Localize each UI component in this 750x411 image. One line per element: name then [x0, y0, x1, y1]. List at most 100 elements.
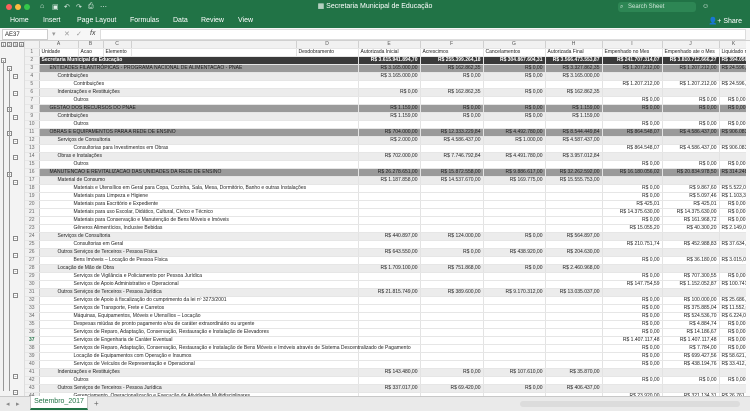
amount-cell[interactable]: [662, 368, 720, 377]
row-number[interactable]: 19: [25, 192, 40, 201]
amount-cell[interactable]: [358, 144, 421, 153]
amount-cell[interactable]: R$ 406.437,00: [545, 384, 603, 393]
collapse-group-button[interactable]: −: [13, 90, 18, 96]
row-number[interactable]: 42: [25, 376, 40, 385]
column-header[interactable]: A: [39, 41, 79, 49]
amount-cell[interactable]: R$ 1.207.212,00: [602, 80, 663, 89]
description-cell[interactable]: Serviços de Consultoria: [39, 136, 359, 145]
amount-cell[interactable]: [420, 200, 484, 209]
row-number[interactable]: 5: [25, 80, 40, 89]
amount-cell[interactable]: R$ 0,00: [719, 104, 749, 113]
amount-cell[interactable]: [719, 176, 749, 185]
amount-cell[interactable]: [545, 360, 603, 369]
amount-cell[interactable]: [545, 352, 603, 361]
amount-cell[interactable]: [420, 280, 484, 289]
amount-cell[interactable]: [483, 280, 546, 289]
description-cell[interactable]: Materiais para Limpeza e Higiene: [39, 192, 359, 201]
tab-review[interactable]: Review: [201, 17, 224, 24]
amount-cell[interactable]: [545, 280, 603, 289]
collapse-group-button[interactable]: −: [13, 155, 18, 161]
amount-cell[interactable]: R$ 906.083,52: [719, 144, 750, 153]
amount-cell[interactable]: [719, 384, 749, 393]
amount-cell[interactable]: [483, 120, 546, 129]
amount-cell[interactable]: [545, 296, 603, 305]
amount-cell[interactable]: R$ 3.957.012,84: [545, 152, 603, 161]
collapse-group-button[interactable]: −: [13, 268, 18, 274]
amount-cell[interactable]: [483, 144, 546, 153]
amount-cell[interactable]: [358, 192, 421, 201]
amount-cell[interactable]: R$ 643.550,00: [358, 248, 421, 257]
amount-cell[interactable]: [358, 216, 421, 225]
description-cell[interactable]: Serviços de Reparo, Adaptação, Conservaç…: [39, 328, 359, 337]
amount-cell[interactable]: [483, 304, 546, 313]
amount-cell[interactable]: R$ 1.407.117,48: [662, 336, 720, 345]
row-number[interactable]: 43: [25, 384, 40, 393]
description-cell[interactable]: Locação de Equipamentos com Operação e I…: [39, 352, 359, 361]
amount-cell[interactable]: R$ 3.566.473.553,87: [545, 56, 603, 65]
amount-cell[interactable]: [545, 272, 603, 281]
amount-cell[interactable]: [662, 72, 720, 81]
amount-cell[interactable]: R$ 15.872.558,00: [420, 168, 484, 177]
amount-cell[interactable]: R$ 425,01: [602, 200, 663, 209]
amount-cell[interactable]: R$ 438.194,76: [662, 360, 720, 369]
amount-cell[interactable]: [483, 352, 546, 361]
amount-cell[interactable]: R$ 0,00: [483, 112, 546, 121]
row-number[interactable]: 14: [25, 152, 40, 161]
amount-cell[interactable]: R$ 20.834.978,50: [662, 168, 720, 177]
amount-cell[interactable]: R$ 5.097,46: [662, 192, 720, 201]
amount-cell[interactable]: R$ 69.420,00: [420, 384, 484, 393]
row-number[interactable]: 28: [25, 264, 40, 273]
column-header[interactable]: K: [719, 41, 749, 49]
amount-cell[interactable]: [483, 296, 546, 305]
amount-cell[interactable]: [420, 120, 484, 129]
prev-sheet-icon[interactable]: ◂: [6, 400, 10, 408]
amount-cell[interactable]: [420, 352, 484, 361]
share-button[interactable]: 👤+ Share: [709, 17, 742, 25]
amount-cell[interactable]: [662, 288, 720, 297]
amount-cell[interactable]: R$ 524.536,70: [662, 312, 720, 321]
amount-cell[interactable]: [358, 304, 421, 313]
row-number[interactable]: 1: [25, 48, 40, 57]
amount-cell[interactable]: R$ 0,00: [483, 232, 546, 241]
amount-cell[interactable]: R$ 864.548,07: [602, 144, 663, 153]
tab-data[interactable]: Data: [173, 17, 188, 24]
header-cell[interactable]: Unidade: [39, 48, 79, 57]
amount-cell[interactable]: R$ 6.224,00: [719, 312, 749, 321]
description-cell[interactable]: Contribuições: [39, 72, 359, 81]
amount-cell[interactable]: R$ 143.480,00: [358, 368, 421, 377]
amount-cell[interactable]: R$ 0,00: [483, 64, 546, 73]
amount-cell[interactable]: R$ 9.170.312,00: [483, 288, 546, 297]
amount-cell[interactable]: [420, 312, 484, 321]
amount-cell[interactable]: R$ 24.596,00: [719, 80, 750, 89]
amount-cell[interactable]: [420, 256, 484, 265]
amount-cell[interactable]: [420, 272, 484, 281]
amount-cell[interactable]: [420, 216, 484, 225]
amount-cell[interactable]: R$ 37.634,24: [719, 240, 750, 249]
row-number[interactable]: 2: [25, 56, 40, 65]
amount-cell[interactable]: [358, 296, 421, 305]
description-cell[interactable]: Indenizações e Restituições: [39, 368, 359, 377]
amount-cell[interactable]: [545, 144, 603, 153]
row-number[interactable]: 23: [25, 224, 40, 233]
amount-cell[interactable]: [602, 232, 663, 241]
amount-cell[interactable]: R$ 58.621,92: [719, 352, 750, 361]
amount-cell[interactable]: R$ 0,00: [602, 376, 663, 385]
amount-cell[interactable]: R$ 3.615.941.894,70: [358, 56, 421, 65]
amount-cell[interactable]: [545, 96, 603, 105]
amount-cell[interactable]: [602, 264, 663, 273]
amount-cell[interactable]: R$ 161.968,72: [662, 216, 720, 225]
amount-cell[interactable]: R$ 1.000,00: [483, 136, 546, 145]
amount-cell[interactable]: [358, 312, 421, 321]
amount-cell[interactable]: R$ 15.555.753,00: [545, 176, 603, 185]
amount-cell[interactable]: R$ 906.083,52: [719, 128, 750, 137]
tab-view[interactable]: View: [238, 17, 253, 24]
amount-cell[interactable]: [483, 256, 546, 265]
description-cell[interactable]: Outros: [39, 160, 359, 169]
amount-cell[interactable]: [602, 88, 663, 97]
amount-cell[interactable]: R$ 1.207.212,00: [662, 80, 720, 89]
amount-cell[interactable]: R$ 21.815.749,00: [358, 288, 421, 297]
amount-cell[interactable]: R$ 0,00: [719, 208, 749, 217]
description-cell[interactable]: Serviços de Veículos de Representação e …: [39, 360, 359, 369]
amount-cell[interactable]: R$ 169.775,00: [483, 176, 546, 185]
formula-input[interactable]: [100, 29, 746, 40]
